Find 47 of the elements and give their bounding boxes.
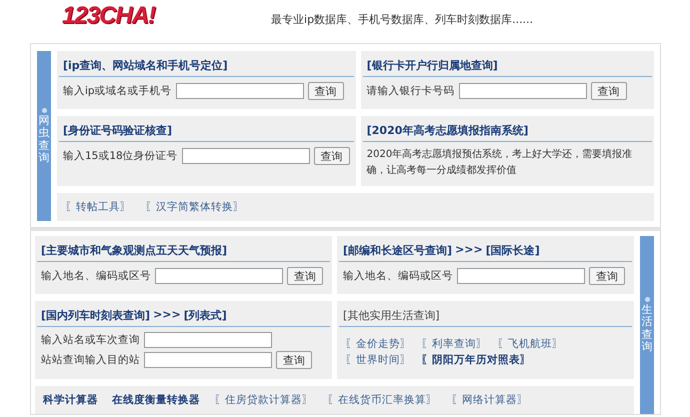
tool-link[interactable]: 〖住房贷款计算器〗 bbox=[214, 393, 313, 407]
query-button[interactable]: 查询 bbox=[276, 351, 312, 369]
tool-link[interactable]: 〖世界时间〗 bbox=[345, 353, 411, 367]
panel-title-link[interactable]: [身份证号码验证核查] bbox=[63, 123, 172, 138]
tool-link[interactable]: 〖在线货币汇率换算〗 bbox=[327, 393, 437, 407]
panel-title-link[interactable]: [2020年高考志愿填报指南系统] bbox=[366, 123, 528, 138]
field-label: 输入站名或车次查询 bbox=[41, 333, 140, 347]
tool-link[interactable]: 〖飞机航班〗 bbox=[497, 337, 563, 351]
panel-title-link[interactable]: [国内列车时刻表查询] bbox=[41, 308, 150, 323]
query-button[interactable]: 查询 bbox=[308, 82, 344, 100]
tool-link[interactable]: 〖利率查询〗 bbox=[421, 337, 487, 351]
field-label: 输入地名、编码或区号 bbox=[41, 269, 151, 283]
description-text: 2020年高考志愿填报预估系统，考上好大学还，需要填报准确，让高考每一分成绩都发挥价值 bbox=[366, 148, 634, 178]
panel-title-link[interactable]: [银行卡开户行归属地查询] bbox=[366, 58, 498, 73]
input-field[interactable] bbox=[144, 352, 272, 368]
query-button[interactable]: 查询 bbox=[314, 147, 350, 165]
title-separator: >>> bbox=[153, 308, 181, 323]
panel-title-link[interactable]: [列表式] bbox=[184, 308, 227, 323]
panel-title-link[interactable]: [国际长途] bbox=[486, 243, 540, 258]
input-field[interactable] bbox=[176, 83, 304, 99]
title-separator: >>> bbox=[455, 243, 483, 258]
field-label: 输入15或18位身份证号 bbox=[63, 149, 178, 163]
field-label: 输入ip或域名或手机号 bbox=[63, 84, 172, 98]
logo[interactable]: 123CHA! bbox=[62, 2, 156, 30]
query-button[interactable]: 查询 bbox=[589, 267, 625, 285]
input-field[interactable] bbox=[458, 83, 587, 99]
tool-link[interactable]: 〖阴阳万年历对照表〗 bbox=[421, 353, 531, 367]
tool-link[interactable]: 〖网络计算器〗 bbox=[451, 393, 528, 407]
field-label: 请输入银行卡号码 bbox=[366, 84, 455, 98]
panel-title-link[interactable]: [ip查询、网站域名和手机号定位] bbox=[63, 58, 228, 73]
query-button[interactable]: 查询 bbox=[287, 267, 323, 285]
panel-title-link[interactable]: [主要城市和气象观测点五天天气预报] bbox=[41, 243, 228, 258]
query-button[interactable]: 查询 bbox=[590, 82, 627, 100]
input-field[interactable] bbox=[144, 332, 272, 348]
tagline: 最专业ip数据库、手机号数据库、列车时刻数据库...... bbox=[271, 12, 534, 27]
tool-link[interactable]: 〖金价走势〗 bbox=[345, 337, 411, 351]
panel-title-link[interactable]: [邮编和长途区号查询] bbox=[343, 243, 452, 258]
input-field[interactable] bbox=[457, 268, 585, 284]
input-field[interactable] bbox=[182, 148, 310, 164]
tool-link[interactable]: 〖汉字简繁体转换〗 bbox=[145, 200, 244, 214]
field-label: 输入地名、编码或区号 bbox=[343, 269, 453, 283]
panel-title-link[interactable]: [其他实用生活查询] bbox=[343, 308, 440, 323]
input-field[interactable] bbox=[155, 268, 283, 284]
tool-link[interactable]: 〖转帖工具〗 bbox=[65, 200, 131, 214]
field-label: 站站查询输入目的站 bbox=[41, 353, 140, 367]
tool-link[interactable]: 在线度衡量转换器 bbox=[112, 393, 200, 407]
tool-link[interactable]: 科学计算器 bbox=[43, 393, 98, 407]
